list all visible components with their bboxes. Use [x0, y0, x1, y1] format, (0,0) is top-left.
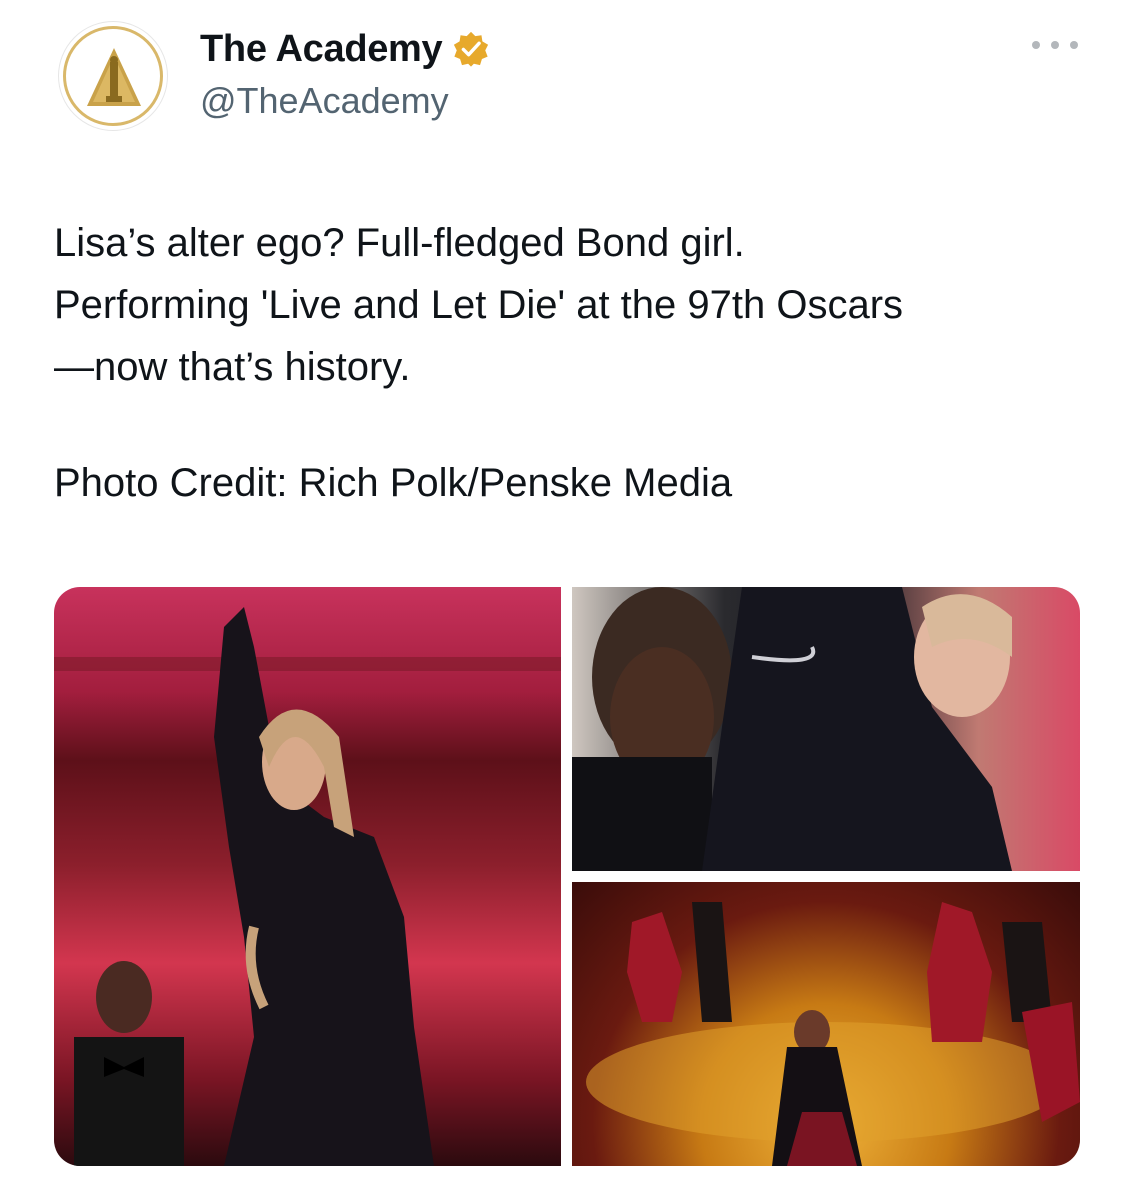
more-dot-icon: [1032, 41, 1040, 49]
author-display-name[interactable]: The Academy: [200, 28, 443, 71]
more-options-button[interactable]: [1032, 30, 1078, 60]
more-dot-icon: [1051, 41, 1059, 49]
author-handle[interactable]: @TheAcademy: [200, 80, 449, 122]
closeup-silhouette: [572, 587, 1012, 871]
author-avatar[interactable]: [58, 21, 168, 131]
more-dot-icon: [1070, 41, 1078, 49]
tweet-body: Lisa’s alter ego? Full-fledged Bond girl…: [54, 212, 1094, 514]
performer-silhouette: [54, 607, 561, 1166]
author-name-row: The Academy: [200, 26, 490, 72]
tweet-text-main: Lisa’s alter ego? Full-fledged Bond girl…: [54, 221, 904, 389]
media-grid: [54, 587, 1080, 1166]
verified-badge-icon: [454, 31, 489, 67]
photo-credit-text: Photo Credit: Rich Polk/Penske Media: [54, 461, 733, 505]
stage-dancers-photo[interactable]: [572, 882, 1080, 1166]
oscar-statuette-icon: [87, 48, 141, 106]
tweet-header: The Academy @TheAcademy: [0, 0, 1132, 150]
stage-silhouette: [586, 902, 1080, 1166]
dress-closeup-photo[interactable]: [572, 587, 1080, 871]
performer-dancing-photo[interactable]: [54, 587, 561, 1166]
